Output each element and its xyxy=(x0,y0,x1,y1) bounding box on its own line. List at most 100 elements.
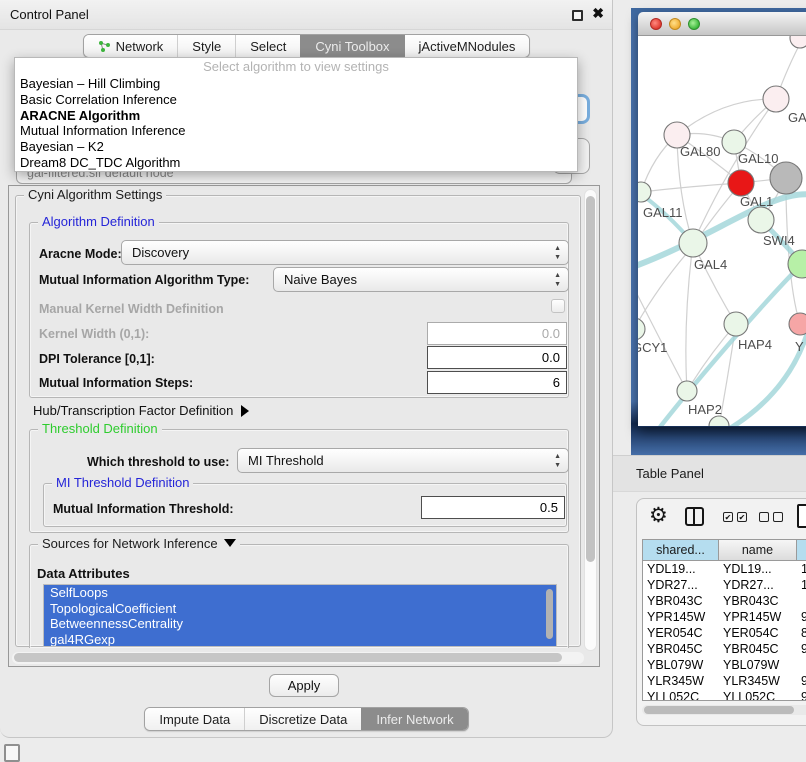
apply-button[interactable]: Apply xyxy=(269,674,339,697)
tab-jactivemnodules[interactable]: jActiveMNodules xyxy=(404,35,530,57)
settings-hscrollbar[interactable] xyxy=(12,652,584,664)
network-edge[interactable] xyxy=(641,183,741,192)
algorithm-option[interactable]: Dream8 DC_TDC Algorithm xyxy=(15,155,577,171)
table-cell: YDR27... xyxy=(719,577,797,593)
network-edge[interactable] xyxy=(686,243,693,391)
network-node[interactable] xyxy=(728,170,754,196)
table-column-header[interactable] xyxy=(797,540,806,561)
aracne-mode-select[interactable]: Discovery ▲▼ xyxy=(121,240,569,265)
network-node[interactable] xyxy=(790,36,806,48)
tab-discretize-data[interactable]: Discretize Data xyxy=(244,708,361,730)
network-node[interactable] xyxy=(679,229,707,257)
which-threshold-select[interactable]: MI Threshold ▲▼ xyxy=(237,448,569,473)
unchecked-checkbox-icon[interactable] xyxy=(759,512,769,522)
tab-impute-data[interactable]: Impute Data xyxy=(145,708,244,730)
network-node[interactable] xyxy=(709,416,729,426)
data-attribute-item[interactable]: gal4RGexp xyxy=(44,632,556,648)
network-node[interactable] xyxy=(724,312,748,336)
expanded-arrow-icon xyxy=(224,539,236,547)
tab-label: Select xyxy=(250,39,286,54)
network-node[interactable] xyxy=(763,86,789,112)
network-edge[interactable] xyxy=(660,264,802,426)
gear-icon[interactable]: ⚙ xyxy=(649,503,668,528)
table-row[interactable]: YLL052CYLL052C9 xyxy=(643,689,806,701)
tab-cyni-toolbox[interactable]: Cyni Toolbox xyxy=(300,35,403,57)
table-body: YDL19...YDL19...13YDR27...YDR27...12YBR0… xyxy=(643,561,806,701)
settings-hscrollbar-thumb[interactable] xyxy=(14,653,562,662)
checked-checkbox-icon[interactable]: ✔ xyxy=(723,512,733,522)
data-attribute-item[interactable]: BetweennessCentrality xyxy=(44,616,556,632)
network-node-label: GAL10 xyxy=(738,151,778,166)
float-panel-icon[interactable] xyxy=(572,10,583,21)
algorithm-option[interactable]: Bayesian – Hill Climbing xyxy=(15,76,577,92)
table-row[interactable]: YPR145WYPR145W9. xyxy=(643,609,806,625)
table-hscrollbar-thumb[interactable] xyxy=(644,706,794,714)
network-node[interactable] xyxy=(770,162,802,194)
mi-steps-field[interactable]: 6 xyxy=(427,371,567,394)
algorithm-option[interactable]: Mutual Information Inference xyxy=(15,123,577,139)
settings-vscrollbar-thumb[interactable] xyxy=(586,196,595,562)
data-attribute-item[interactable]: TopologicalCoefficient xyxy=(44,601,556,617)
document-icon[interactable] xyxy=(797,504,806,528)
table-hscrollbar[interactable] xyxy=(642,705,806,715)
aracne-mode-value: Discovery xyxy=(132,245,189,260)
minimize-traffic-light[interactable] xyxy=(669,18,681,30)
sources-group-title[interactable]: Sources for Network Inference xyxy=(38,536,240,551)
network-canvas[interactable]: GALGAL80GAL10GAL1SWI4GAL11GAL4GCY1HAP4YH… xyxy=(638,36,806,426)
table-column-header[interactable]: name xyxy=(719,540,797,561)
table-row[interactable]: YBR045CYBR045C9. xyxy=(643,641,806,657)
kernel-width-field[interactable]: 0.0 xyxy=(427,322,567,345)
unchecked-checkbox-icon[interactable] xyxy=(773,512,783,522)
settings-vscrollbar[interactable] xyxy=(584,189,597,651)
close-icon[interactable]: ✖ xyxy=(592,5,604,22)
zoom-traffic-light[interactable] xyxy=(688,18,700,30)
data-attributes-list[interactable]: SelfLoopsTopologicalCoefficientBetweenne… xyxy=(43,584,557,647)
combo-arrows-icon: ▲▼ xyxy=(554,244,561,262)
algorithm-option-aracne[interactable]: ARACNE Algorithm xyxy=(15,108,577,124)
table-cell: 9. xyxy=(797,609,806,625)
close-traffic-light[interactable] xyxy=(650,18,662,30)
dpi-tolerance-field[interactable]: 0.0 xyxy=(427,346,567,369)
table-cell: YDR27... xyxy=(643,577,719,593)
table-cell: 9 xyxy=(797,689,806,701)
table-row[interactable]: YER054CYER054C8. xyxy=(643,625,806,641)
algorithm-option[interactable]: Bayesian – K2 xyxy=(15,139,577,155)
list-scrollbar-thumb[interactable] xyxy=(546,589,553,639)
table-cell: YLR345W xyxy=(719,673,797,689)
table-row[interactable]: YLR345WYLR345W9. xyxy=(643,673,806,689)
tab-select[interactable]: Select xyxy=(235,35,300,57)
node-table[interactable]: shared...name YDL19...YDL19...13YDR27...… xyxy=(642,539,806,701)
manual-kernel-label: Manual Kernel Width Definition xyxy=(39,302,224,316)
network-node[interactable] xyxy=(677,381,697,401)
table-column-header[interactable]: shared... xyxy=(643,540,719,561)
tab-infer-network[interactable]: Infer Network xyxy=(361,708,467,730)
table-cell: YER054C xyxy=(719,625,797,641)
tab-style[interactable]: Style xyxy=(177,35,235,57)
manual-kernel-checkbox[interactable] xyxy=(551,299,565,313)
data-attribute-item[interactable]: SelfLoops xyxy=(44,585,556,601)
table-row[interactable]: YDR27...YDR27...12 xyxy=(643,577,806,593)
dpi-tolerance-label: DPI Tolerance [0,1]: xyxy=(39,352,155,366)
network-node-label: GAL1 xyxy=(740,194,773,209)
checked-checkbox-icon[interactable]: ✔ xyxy=(737,512,747,522)
tab-network[interactable]: Network xyxy=(84,35,178,57)
network-edge[interactable] xyxy=(677,99,776,135)
network-svg: GALGAL80GAL10GAL1SWI4GAL11GAL4GCY1HAP4YH… xyxy=(638,36,806,426)
table-row[interactable]: YDL19...YDL19...13 xyxy=(643,561,806,577)
hub-definition-toggle[interactable]: Hub/Transcription Factor Definition xyxy=(33,403,249,418)
network-edge[interactable] xyxy=(638,286,687,391)
column-panes-icon[interactable] xyxy=(685,507,704,526)
table-row[interactable]: YBR043CYBR043C xyxy=(643,593,806,609)
mi-type-select[interactable]: Naive Bayes ▲▼ xyxy=(273,267,569,292)
algorithm-option[interactable]: Basic Correlation Inference xyxy=(15,92,577,108)
network-node[interactable] xyxy=(748,207,774,233)
network-window-titlebar[interactable] xyxy=(638,12,806,36)
table-row[interactable]: YBL079WYBL079W xyxy=(643,657,806,673)
control-panel-tabbar: Network Style Select Cyni Toolbox jActiv… xyxy=(0,34,613,58)
mi-threshold-field[interactable]: 0.5 xyxy=(421,496,565,519)
table-toolbar: ⚙ ✔ ✔ xyxy=(637,499,806,537)
network-node[interactable] xyxy=(638,318,645,340)
network-node[interactable] xyxy=(789,313,806,335)
data-attributes-label: Data Attributes xyxy=(37,566,130,581)
minimized-panel-icon[interactable] xyxy=(4,744,20,762)
